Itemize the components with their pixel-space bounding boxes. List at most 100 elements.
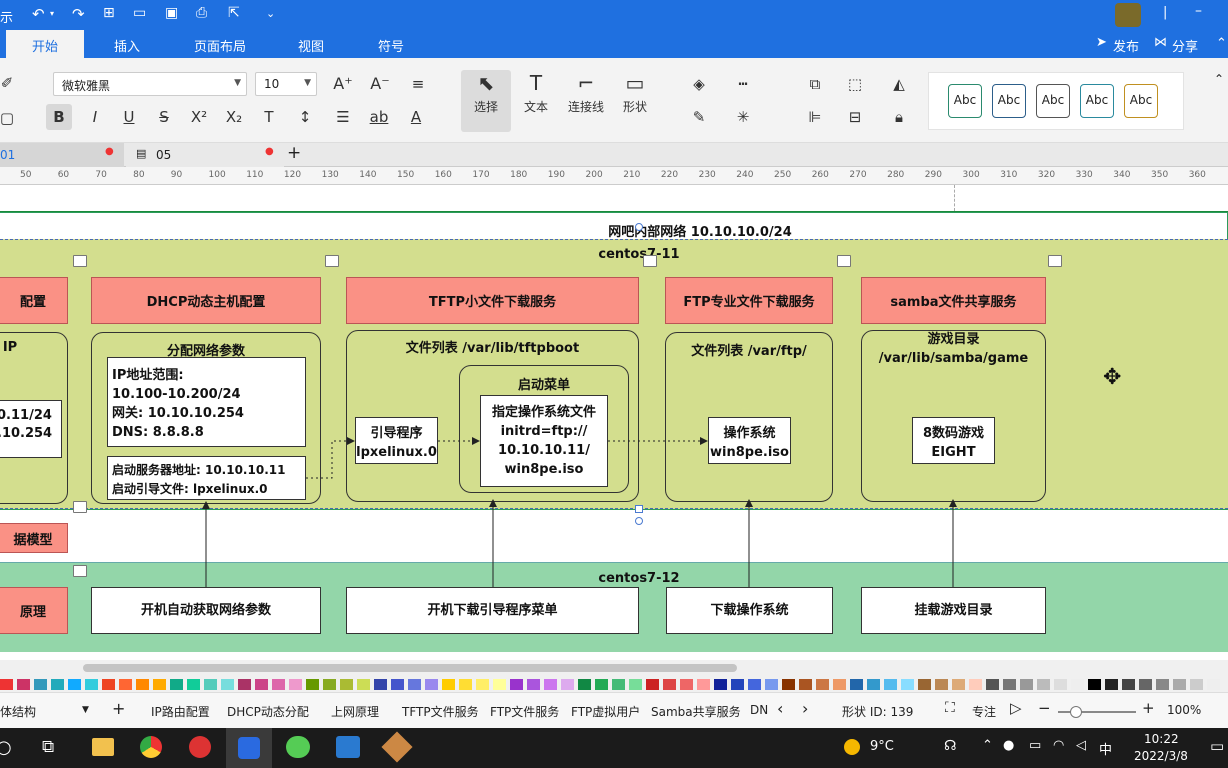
connector-tool-button[interactable]: ⌐ 连接线: [563, 70, 609, 115]
clear-format-icon[interactable]: ▢: [0, 105, 20, 131]
clock-time[interactable]: 10:22: [1144, 732, 1179, 746]
color-swatch[interactable]: [612, 679, 625, 690]
color-swatch[interactable]: [102, 679, 115, 690]
color-swatch[interactable]: [1088, 679, 1101, 690]
line-style-icon[interactable]: ┅: [730, 71, 756, 97]
color-swatch[interactable]: [1003, 679, 1016, 690]
save-icon[interactable]: ▣: [165, 5, 178, 21]
chrome-icon[interactable]: [140, 736, 162, 758]
zoom-slider[interactable]: [1058, 706, 1136, 718]
group-icon[interactable]: ⬚: [842, 71, 868, 97]
publish-icon[interactable]: ➤: [1096, 35, 1107, 50]
font-size-select[interactable]: 10 ▼: [255, 72, 317, 96]
font-color-icon[interactable]: A: [403, 104, 429, 130]
color-swatch[interactable]: [136, 679, 149, 690]
color-swatch[interactable]: [119, 679, 132, 690]
style-preset-2[interactable]: Abc: [992, 84, 1026, 118]
color-swatch[interactable]: [952, 679, 965, 690]
avatar[interactable]: [1115, 3, 1141, 27]
color-swatch[interactable]: [1054, 679, 1067, 690]
add-sheet-icon[interactable]: +: [112, 699, 125, 718]
color-swatch[interactable]: [1122, 679, 1135, 690]
ribbon-collapse-icon[interactable]: ⌃: [1216, 36, 1227, 51]
style-preset-5[interactable]: Abc: [1124, 84, 1158, 118]
color-swatch[interactable]: [816, 679, 829, 690]
sheet-tab-tftp[interactable]: TFTP文件服务: [402, 703, 479, 720]
zoom-level[interactable]: 100%: [1167, 703, 1201, 717]
strikethrough-icon[interactable]: S: [151, 104, 177, 130]
redo-icon[interactable]: ↷: [72, 5, 85, 23]
color-swatch[interactable]: [595, 679, 608, 690]
task-view-icon[interactable]: ⧉: [42, 737, 54, 757]
color-swatch[interactable]: [493, 679, 506, 690]
color-swatch[interactable]: [748, 679, 761, 690]
superscript-icon[interactable]: X²: [186, 104, 212, 130]
focus-button[interactable]: 专注: [972, 703, 996, 720]
flip-icon[interactable]: ◭: [886, 71, 912, 97]
sheet-tab-internet[interactable]: 上网原理: [331, 703, 379, 720]
color-swatch[interactable]: [459, 679, 472, 690]
doc-tab-01[interactable]: 01 ●: [0, 143, 124, 167]
color-swatch[interactable]: [204, 679, 217, 690]
color-swatch[interactable]: [1156, 679, 1169, 690]
color-swatch[interactable]: [51, 679, 64, 690]
color-swatch[interactable]: [680, 679, 693, 690]
text-style-icon[interactable]: T: [256, 104, 282, 130]
color-swatch[interactable]: [578, 679, 591, 690]
color-swatch[interactable]: [170, 679, 183, 690]
color-swatch[interactable]: [68, 679, 81, 690]
share-icon[interactable]: ⋈: [1154, 35, 1167, 50]
app-icon[interactable]: [189, 736, 211, 758]
color-swatch[interactable]: [1190, 679, 1203, 690]
color-swatch[interactable]: [629, 679, 642, 690]
line-color-icon[interactable]: ✎: [686, 104, 712, 130]
color-swatch[interactable]: [306, 679, 319, 690]
color-swatch[interactable]: [782, 679, 795, 690]
print-icon[interactable]: ⎙: [196, 5, 207, 21]
color-swatch[interactable]: [17, 679, 30, 690]
text-tool-button[interactable]: T 文本: [516, 70, 556, 115]
sheet-tab-ip-routing[interactable]: IP路由配置: [151, 703, 210, 720]
share-button[interactable]: 分享: [1172, 36, 1198, 55]
decrease-font-icon[interactable]: A⁻: [367, 71, 393, 97]
color-swatch[interactable]: [442, 679, 455, 690]
zoom-out-icon[interactable]: −: [1038, 699, 1051, 717]
color-swatch[interactable]: [0, 679, 13, 690]
color-swatch[interactable]: [476, 679, 489, 690]
color-swatch[interactable]: [986, 679, 999, 690]
notification-icon[interactable]: ▭: [1210, 737, 1224, 755]
color-swatch[interactable]: [884, 679, 897, 690]
export-icon[interactable]: ⇱: [228, 5, 240, 21]
color-swatch[interactable]: [918, 679, 931, 690]
color-swatch[interactable]: [255, 679, 268, 690]
minimize-icon[interactable]: –: [1195, 3, 1202, 19]
open-folder-icon[interactable]: ▭: [133, 5, 146, 21]
sheet-tab-dhcp[interactable]: DHCP动态分配: [227, 703, 309, 720]
color-swatch[interactable]: [153, 679, 166, 690]
shape-tool-button[interactable]: ▭ 形状: [615, 70, 655, 115]
focus-icon[interactable]: ⛶: [945, 700, 955, 716]
highlight-icon[interactable]: ab: [366, 104, 392, 130]
clock-date[interactable]: 2022/3/8: [1134, 749, 1188, 763]
color-swatch[interactable]: [238, 679, 251, 690]
next-sheet-icon[interactable]: ›: [802, 699, 808, 718]
lock-icon[interactable]: 🔒︎: [886, 104, 912, 130]
arrange-icon[interactable]: ⧉: [802, 71, 828, 97]
select-tool-button[interactable]: ⬉ 选择: [461, 70, 511, 132]
color-swatch[interactable]: [1071, 679, 1084, 690]
tab-page-layout[interactable]: 页面布局: [194, 36, 246, 55]
file-explorer-icon[interactable]: [92, 738, 114, 756]
bold-icon[interactable]: B: [46, 104, 72, 130]
tab-view[interactable]: 视图: [298, 36, 324, 55]
color-swatch[interactable]: [1207, 679, 1220, 690]
search-icon[interactable]: ○: [0, 737, 12, 758]
color-swatch[interactable]: [34, 679, 47, 690]
tab-start[interactable]: 开始: [6, 30, 84, 58]
tab-insert[interactable]: 插入: [114, 36, 140, 55]
align-objects-icon[interactable]: ⊫: [802, 104, 828, 130]
color-swatch[interactable]: [374, 679, 387, 690]
sheet-tab-samba[interactable]: Samba共享服务: [651, 703, 741, 720]
color-swatch[interactable]: [1020, 679, 1033, 690]
people-icon[interactable]: ☊: [944, 738, 956, 754]
sheet-tab-ftp[interactable]: FTP文件服务: [490, 703, 559, 720]
